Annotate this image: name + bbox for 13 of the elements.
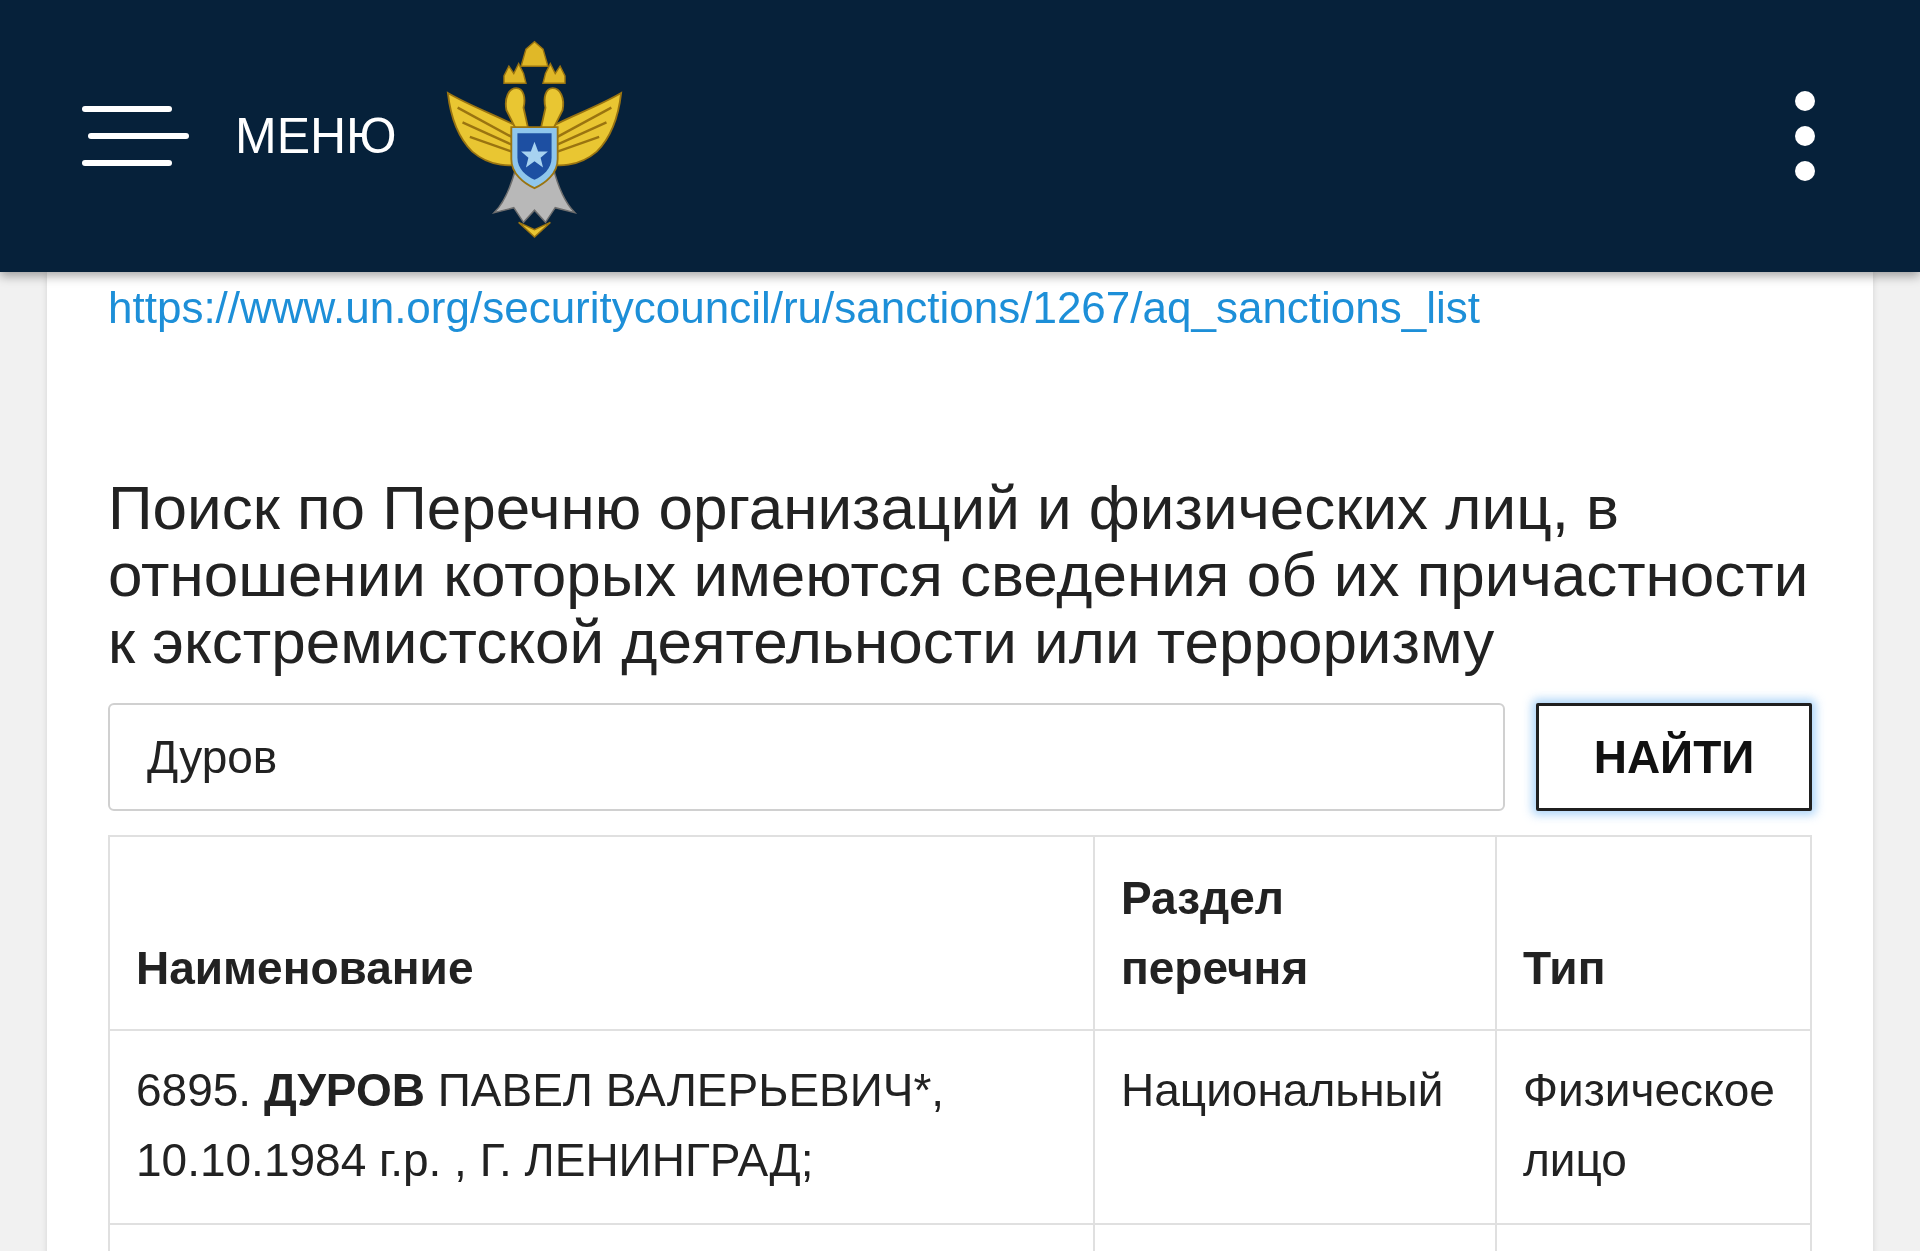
search-heading: Поиск по Перечню организаций и физических лиц, в отношении которых имеются сведения об их причастности к экстремистской деятельности или терроризму bbox=[108, 474, 1810, 675]
menu-button[interactable]: МЕНЮ bbox=[82, 106, 397, 166]
search-field[interactable]: Дуров bbox=[108, 703, 1505, 811]
search-button[interactable]: НАЙТИ bbox=[1536, 703, 1812, 811]
table-cell: Физическое лицо bbox=[1496, 1030, 1811, 1224]
column-header: Наименование bbox=[109, 836, 1094, 1030]
column-header: Раздел перечня bbox=[1094, 836, 1496, 1030]
link[interactable]: https://www.un.org/securitycouncil/ru/sanctions/1267/aq_sanctions_list bbox=[108, 280, 1481, 336]
menu-icon bbox=[82, 106, 189, 166]
table-cell: Национальный bbox=[1094, 1030, 1496, 1224]
table-cell: 6895. ДУРОВ ПАВЕЛ ВАЛЕРЬЕВИЧ*, 10.10.1984 г.р. , Г. ЛЕНИНГРАД; bbox=[109, 1030, 1094, 1224]
kebab-menu-icon bbox=[1794, 90, 1816, 182]
column-header: Тип bbox=[1496, 836, 1811, 1030]
